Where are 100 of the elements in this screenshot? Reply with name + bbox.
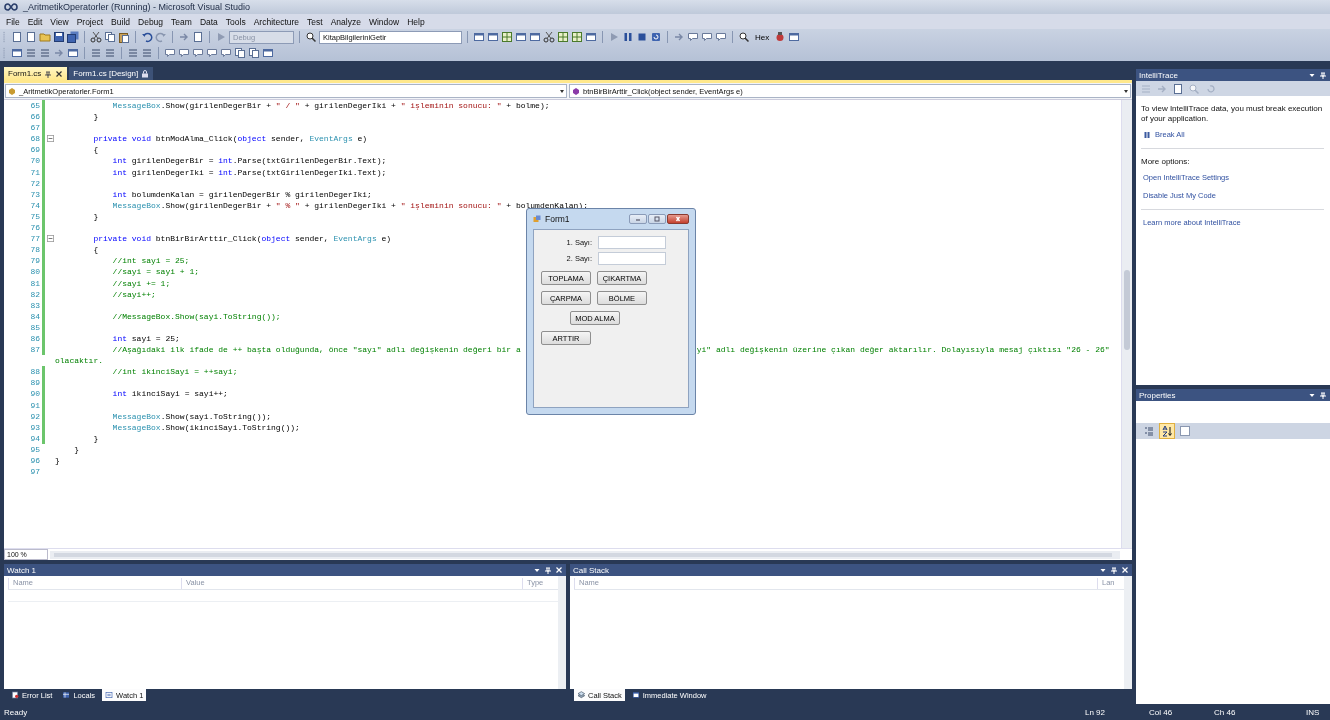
scrollbar[interactable]: [50, 550, 1120, 559]
page-icon[interactable]: [1172, 82, 1184, 95]
cut-icon[interactable]: [543, 31, 555, 43]
copy-icon[interactable]: [234, 47, 246, 59]
line-number: 76: [29, 222, 40, 234]
code-line: int sayi = 25;: [111, 332, 180, 345]
pin-icon[interactable]: [1319, 391, 1327, 399]
menu-item[interactable]: Test: [303, 16, 327, 27]
hex-button[interactable]: Hex: [752, 30, 773, 44]
menu-item[interactable]: Project: [72, 16, 108, 27]
line-number: 68: [29, 133, 40, 145]
dropdown-icon[interactable]: [1308, 71, 1316, 79]
code-line: }: [92, 432, 99, 444]
collapse-icon[interactable]: [46, 235, 54, 243]
menu-item[interactable]: Team: [167, 16, 196, 27]
scrollbar[interactable]: [1121, 100, 1132, 548]
window-icon[interactable]: [788, 31, 801, 43]
cut-icon[interactable]: [90, 31, 102, 43]
code-line: //sayi = sayi + 1;: [111, 266, 200, 278]
line-number: 71: [29, 166, 40, 178]
speech-icon[interactable]: [701, 31, 713, 43]
pin-icon[interactable]: [44, 69, 53, 78]
pin-icon[interactable]: [1319, 71, 1327, 79]
menu-item[interactable]: View: [46, 16, 73, 27]
close-icon[interactable]: [55, 69, 64, 78]
restart-icon[interactable]: [650, 31, 662, 43]
code-line: }: [55, 455, 60, 467]
dropdown-icon[interactable]: [533, 566, 541, 574]
window-icon: [105, 691, 114, 699]
dropdown-icon[interactable]: [1099, 566, 1107, 574]
speech-icon[interactable]: [715, 31, 727, 43]
code-line: }: [92, 210, 99, 223]
menu-item[interactable]: Architecture: [249, 16, 304, 27]
pin-icon[interactable]: [544, 566, 552, 574]
undo-icon[interactable]: [141, 31, 153, 43]
line-number: 67: [29, 122, 40, 134]
code-line: {: [92, 244, 99, 256]
grid-icon[interactable]: [501, 31, 513, 43]
document-tab[interactable]: Form1.cs [Design]: [69, 67, 154, 80]
stop-icon[interactable]: [636, 31, 648, 43]
menu-item[interactable]: Tools: [221, 16, 250, 27]
speech-icon[interactable]: [206, 47, 218, 59]
window-icon[interactable]: [67, 47, 79, 59]
menu-item[interactable]: Data: [195, 16, 222, 27]
pause-icon[interactable]: [622, 31, 634, 43]
speech-icon[interactable]: [192, 47, 204, 59]
speech-icon[interactable]: [687, 31, 699, 43]
arrow-icon[interactable]: [673, 31, 685, 43]
menu-item[interactable]: File: [2, 16, 24, 27]
collapse-icon[interactable]: [46, 135, 54, 143]
window-icon[interactable]: [585, 31, 597, 43]
window-icon[interactable]: [11, 47, 23, 59]
document-tab[interactable]: Form1.cs: [4, 67, 68, 80]
window-icon[interactable]: [515, 31, 527, 43]
minimize-button[interactable]: [629, 214, 647, 224]
line-number: 83: [29, 299, 40, 311]
paste-icon[interactable]: [118, 31, 130, 43]
maximize-button[interactable]: [648, 214, 666, 224]
sort-alphabetical-icon[interactable]: [1160, 424, 1174, 438]
speech-icon[interactable]: [220, 47, 232, 59]
page-icon[interactable]: [11, 31, 23, 43]
page-icon[interactable]: [192, 31, 204, 43]
code-line: MessageBox.Show(sayi.ToString());: [111, 410, 272, 422]
close-button[interactable]: [667, 214, 689, 224]
info-text: To view IntelliTrace data, you must break execution of your application.: [1141, 104, 1324, 124]
dropdown-icon[interactable]: [1308, 391, 1316, 399]
input-field[interactable]: [598, 236, 666, 249]
window-icon[interactable]: [529, 31, 541, 43]
window-icon[interactable]: [487, 31, 499, 43]
menu-item[interactable]: Analyze: [326, 16, 365, 27]
copy-icon[interactable]: [104, 31, 116, 43]
code-line: private void btnBirBirArttir_Click(object sender, EventArgs e): [92, 233, 392, 245]
window-icon[interactable]: [473, 31, 485, 43]
menu-item[interactable]: Debug: [134, 16, 168, 27]
input-field[interactable]: [598, 252, 666, 265]
search-icon[interactable]: [738, 31, 750, 43]
scrollbar[interactable]: [1124, 576, 1132, 689]
window-icon[interactable]: [262, 47, 274, 59]
arrow-icon[interactable]: [178, 31, 190, 43]
object-selector-field[interactable]: [1136, 401, 1330, 423]
pin-icon[interactable]: [1110, 566, 1118, 574]
restart-icon[interactable]: [1204, 82, 1216, 95]
menu-item[interactable]: Build: [107, 16, 134, 27]
grid-icon[interactable]: [571, 31, 583, 43]
save-icon[interactable]: [53, 31, 65, 43]
page-icon[interactable]: [25, 31, 37, 43]
form-title: Form1: [545, 214, 571, 224]
scrollbar[interactable]: [558, 576, 566, 689]
speech-icon[interactable]: [178, 47, 190, 59]
line-number: 65: [29, 100, 40, 112]
grid-icon[interactable]: [557, 31, 569, 43]
save-all-icon[interactable]: [67, 31, 79, 43]
speech-icon[interactable]: [164, 47, 176, 59]
app-icon: [533, 215, 541, 223]
panel-title: Watch 1: [7, 565, 38, 575]
menu-item[interactable]: Edit: [23, 16, 47, 27]
copy-icon[interactable]: [248, 47, 260, 59]
menu-item[interactable]: Window: [364, 16, 404, 27]
search-icon[interactable]: [305, 31, 317, 43]
menu-item[interactable]: Help: [403, 16, 429, 27]
